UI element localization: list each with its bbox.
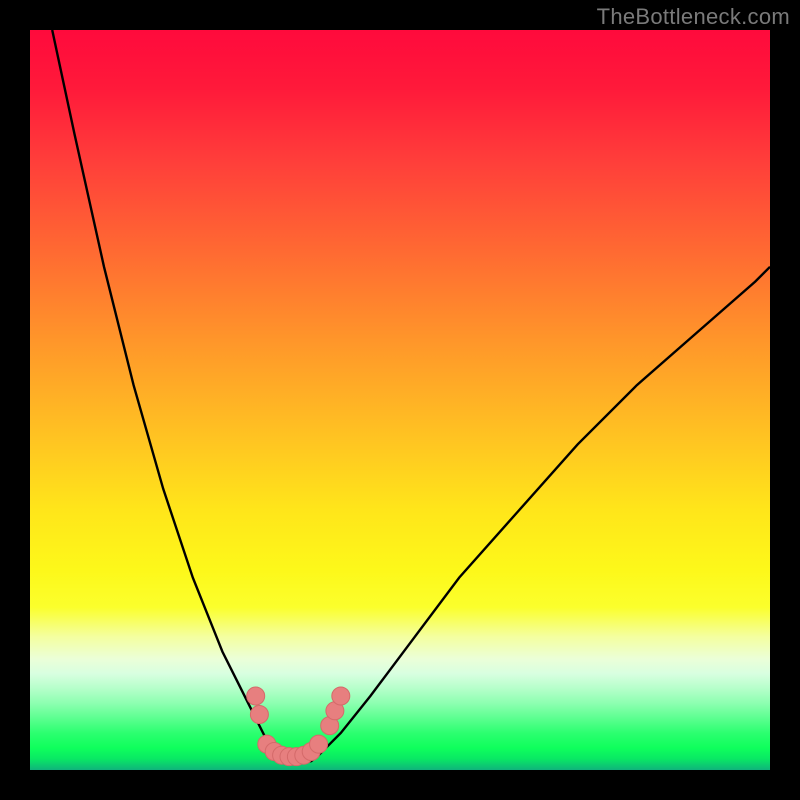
curve-layer [30, 30, 770, 770]
curve-markers [247, 687, 350, 766]
bottleneck-curve [52, 30, 770, 763]
curve-marker [310, 735, 328, 753]
curve-marker [332, 687, 350, 705]
curve-marker [247, 687, 265, 705]
curve-marker [250, 706, 268, 724]
chart-frame: TheBottleneck.com [0, 0, 800, 800]
watermark-text: TheBottleneck.com [597, 4, 790, 30]
plot-area [30, 30, 770, 770]
